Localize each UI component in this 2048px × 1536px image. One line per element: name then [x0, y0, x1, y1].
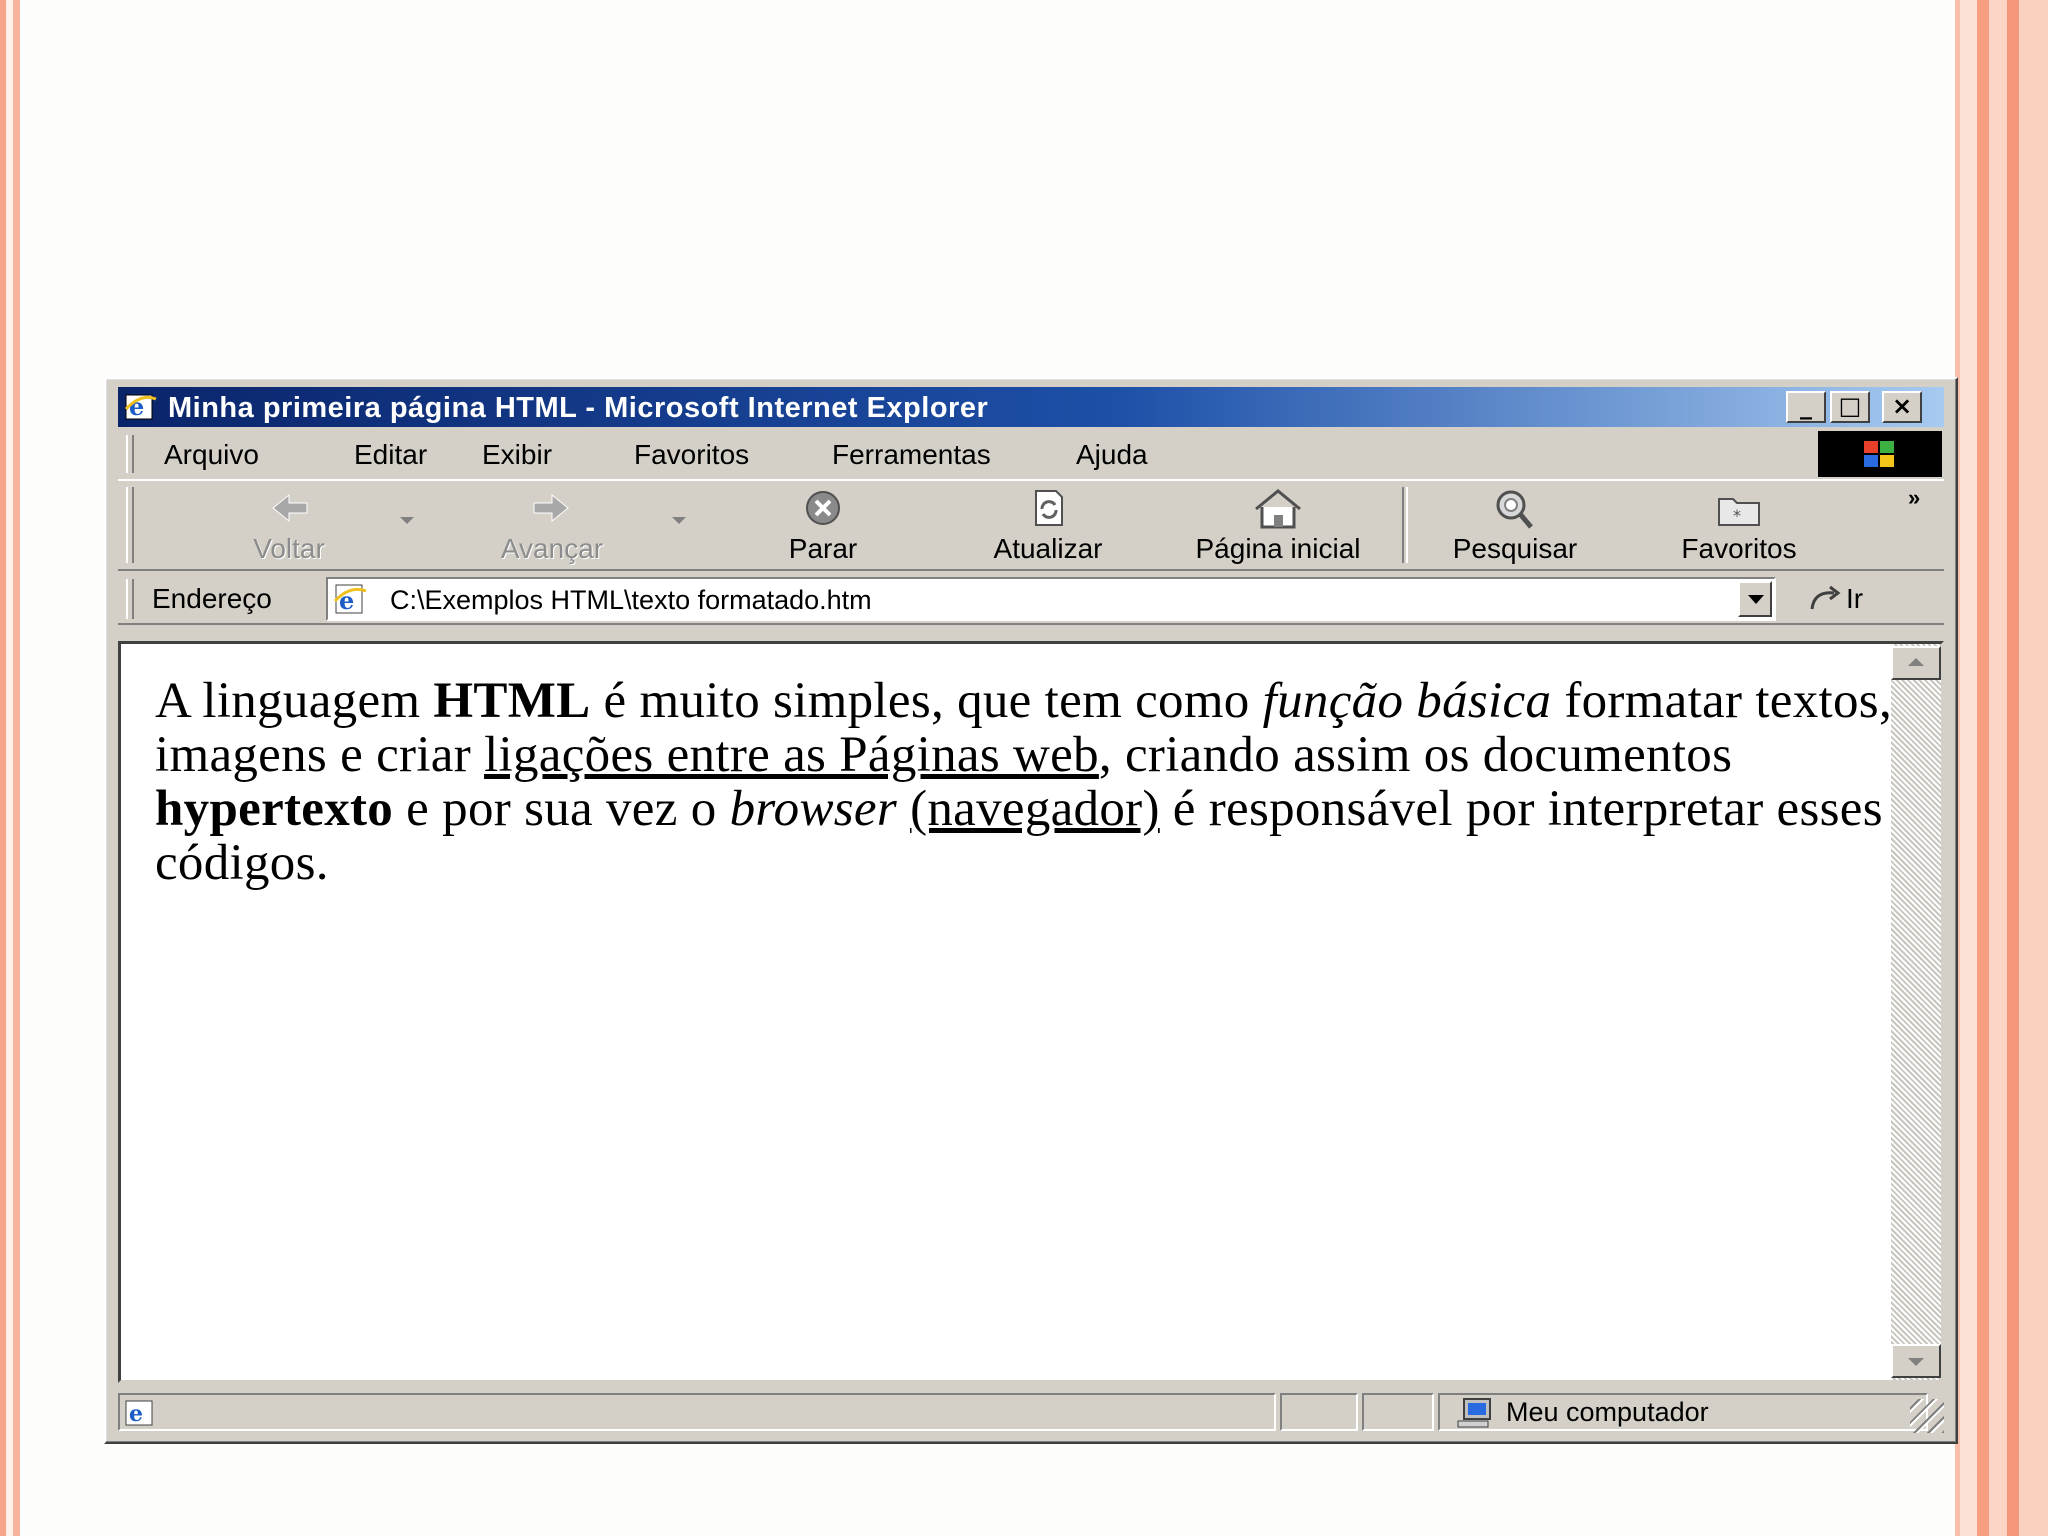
status-text-pane: e [118, 1393, 1276, 1431]
close-button[interactable]: × [1882, 391, 1922, 423]
toolbar-grip[interactable] [126, 487, 134, 563]
page-content: A linguagem HTML é muito simples, que te… [155, 674, 1895, 890]
back-arrow-icon [272, 493, 308, 523]
address-input[interactable]: e C:\Exemplos HTML\texto formatado.htm [326, 577, 1776, 621]
forward-label: Avançar [500, 533, 604, 564]
italic-text: função básica [1262, 673, 1552, 729]
back-button[interactable]: Voltar [224, 485, 354, 565]
back-label: Voltar [253, 533, 325, 564]
italic-text: browser [729, 781, 897, 837]
status-security-pane [1362, 1393, 1434, 1431]
refresh-label: Atualizar [993, 533, 1103, 564]
maximize-icon: □ [1838, 392, 1862, 420]
stop-icon [806, 491, 840, 525]
ie-logo-icon: e [124, 392, 157, 421]
menu-editar[interactable]: Editar [354, 439, 427, 471]
favorites-label: Favoritos [1681, 533, 1797, 564]
page-viewport: A linguagem HTML é muito simples, que te… [118, 641, 1944, 1383]
back-dropdown-icon[interactable] [400, 517, 414, 524]
search-button[interactable]: Pesquisar [1430, 485, 1600, 565]
address-label: Endereço [152, 583, 272, 614]
toolbar-separator [1402, 487, 1408, 563]
menu-ajuda[interactable]: Ajuda [1076, 439, 1148, 471]
title-bar[interactable]: e Minha primeira página HTML - Microsoft… [118, 387, 1944, 427]
svg-text:e: e [129, 392, 144, 421]
minimize-icon: _ [1800, 392, 1812, 420]
home-label: Página inicial [1195, 533, 1361, 564]
zone-label: Meu computador [1506, 1397, 1709, 1427]
address-grip[interactable] [126, 579, 134, 619]
scroll-down-button[interactable] [1891, 1344, 1941, 1378]
resize-grip-icon[interactable] [1910, 1399, 1944, 1433]
vertical-scrollbar[interactable] [1891, 644, 1941, 1380]
address-bar: Endereço e C:\Exemplos HTML\texto format… [118, 575, 1944, 625]
hyperlink-text[interactable]: (navegador) [910, 781, 1160, 837]
refresh-button[interactable]: Atualizar [968, 485, 1128, 565]
address-value[interactable]: C:\Exemplos HTML\texto formatado.htm [390, 585, 872, 616]
favorites-button[interactable]: * Favoritos [1654, 485, 1824, 565]
text-run: é muito simples, que tem como [590, 673, 1263, 729]
bold-text: HTML [433, 673, 591, 729]
standard-toolbar: Voltar Avançar Parar Atualizar Página in… [118, 479, 1944, 571]
window-title: Minha primeira página HTML - Microsoft I… [168, 392, 989, 424]
menu-favoritos[interactable]: Favoritos [634, 439, 749, 471]
my-computer-icon [1457, 1398, 1491, 1428]
go-arrow-icon [1810, 585, 1841, 610]
hyperlink-text[interactable]: ligações entre as Páginas web [484, 727, 1099, 783]
text-run [897, 781, 910, 837]
menu-ferramentas[interactable]: Ferramentas [832, 439, 991, 471]
text-run: e por sua vez o [393, 781, 730, 837]
minimize-button[interactable]: _ [1786, 391, 1826, 423]
status-progress-pane [1280, 1393, 1358, 1431]
slide-left-border [0, 0, 24, 1536]
forward-dropdown-icon[interactable] [672, 517, 686, 524]
menu-exibir[interactable]: Exibir [482, 439, 552, 471]
bold-text: hypertexto [155, 781, 394, 837]
text-run: , criando assim os documentos [1098, 727, 1733, 783]
search-label: Pesquisar [1452, 533, 1578, 564]
favorites-folder-icon: * [1718, 498, 1760, 526]
page-ie-icon: e [333, 584, 367, 615]
maximize-button[interactable]: □ [1830, 391, 1870, 423]
close-icon: × [1891, 392, 1913, 420]
text-run: A linguagem [155, 673, 434, 729]
menu-grip[interactable] [126, 435, 134, 473]
menu-bar: Arquivo Editar Exibir Favoritos Ferramen… [118, 431, 1944, 477]
toolbar-overflow-icon[interactable]: » [1908, 485, 1920, 511]
forward-button[interactable]: Avançar [472, 485, 632, 565]
home-button[interactable]: Página inicial [1168, 485, 1388, 565]
svg-text:e: e [129, 1401, 143, 1427]
slide-right-border [1955, 0, 2048, 1536]
menu-arquivo[interactable]: Arquivo [164, 439, 259, 471]
scroll-up-button[interactable] [1891, 646, 1941, 680]
stop-button[interactable]: Parar [758, 485, 888, 565]
svg-text:*: * [1733, 506, 1741, 525]
address-dropdown-button[interactable] [1738, 581, 1772, 617]
search-icon [1496, 490, 1533, 529]
browser-window: e Minha primeira página HTML - Microsoft… [104, 377, 1958, 1444]
home-icon [1255, 489, 1301, 529]
forward-arrow-icon [533, 493, 569, 523]
stop-label: Parar [788, 533, 858, 564]
status-zone-pane: Meu computador [1438, 1393, 1928, 1431]
go-label: Ir [1846, 583, 1864, 614]
status-bar: e Meu computador [118, 1391, 1944, 1433]
refresh-icon [1035, 490, 1063, 526]
status-ie-icon: e [125, 1400, 153, 1427]
windows-logo-icon [1818, 431, 1942, 477]
